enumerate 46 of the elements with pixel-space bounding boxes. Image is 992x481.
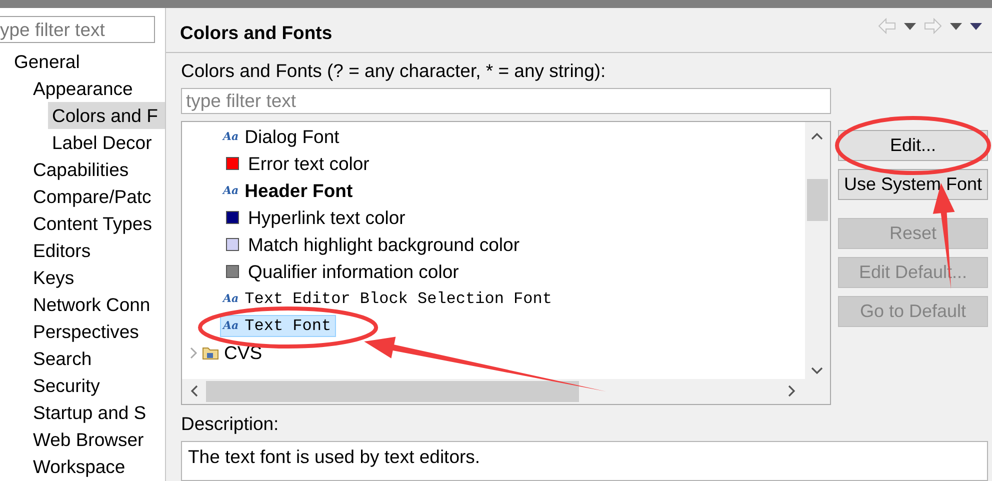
page-title: Colors and Fonts bbox=[180, 22, 334, 44]
tree-item[interactable]: Appearance bbox=[29, 75, 137, 102]
description-label: Description: bbox=[181, 413, 280, 435]
description-text: The text font is used by text editors. bbox=[181, 441, 988, 481]
list-item[interactable]: Aa Text Font bbox=[220, 314, 336, 336]
tree-item[interactable]: Security bbox=[29, 372, 104, 399]
list-item[interactable]: CVS bbox=[224, 342, 262, 364]
scroll-down-icon[interactable] bbox=[811, 367, 823, 375]
list-item[interactable]: Hyperlink text color bbox=[220, 204, 410, 230]
tree-item[interactable]: Capabilities bbox=[29, 156, 133, 183]
tree-item[interactable]: Colors and F bbox=[48, 102, 165, 129]
font-icon: Aa bbox=[223, 319, 239, 332]
font-icon: Aa bbox=[223, 184, 239, 197]
tree-item[interactable]: General bbox=[10, 48, 84, 75]
filter-field[interactable]: type filter text bbox=[181, 88, 831, 114]
list-item[interactable]: Qualifier information color bbox=[220, 258, 464, 284]
tree-item[interactable]: Content Types bbox=[29, 210, 156, 237]
scroll-up-icon[interactable] bbox=[811, 132, 823, 140]
filter-label: Colors and Fonts (? = any character, * = any string): bbox=[181, 60, 607, 82]
list-item[interactable]: Aa Text Editor Block Selection Font bbox=[220, 288, 557, 310]
list-item[interactable]: Match highlight background color bbox=[220, 232, 524, 258]
tree-item[interactable]: Label Decor bbox=[48, 129, 156, 156]
action-button[interactable]: Use System Font bbox=[838, 169, 988, 200]
font-icon: Aa bbox=[223, 292, 239, 305]
action-button[interactable]: Edit... bbox=[838, 130, 988, 161]
folder-icon bbox=[202, 344, 220, 360]
list-item[interactable]: Error text color bbox=[220, 150, 374, 176]
list-item[interactable]: Aa Dialog Font bbox=[220, 124, 344, 150]
horizontal-scrollbar[interactable] bbox=[182, 379, 830, 404]
scroll-thumb[interactable] bbox=[807, 179, 828, 221]
list-item[interactable]: Aa Header Font bbox=[220, 178, 358, 204]
vertical-scrollbar[interactable] bbox=[805, 122, 830, 379]
tree-item[interactable]: Workspace bbox=[29, 453, 130, 480]
filter-field[interactable]: ype filter text bbox=[0, 16, 155, 43]
tree-item[interactable]: Search bbox=[29, 345, 96, 372]
tree-item[interactable]: Editors bbox=[29, 237, 95, 264]
scroll-thumb[interactable] bbox=[206, 381, 579, 402]
tree-item[interactable]: Compare/Patc bbox=[29, 183, 156, 210]
tree-item[interactable]: Startup and S bbox=[29, 399, 150, 426]
scroll-right-icon[interactable] bbox=[788, 385, 796, 397]
tree-item[interactable]: Web Browser bbox=[29, 426, 148, 453]
tree-item[interactable]: Perspectives bbox=[29, 318, 143, 345]
font-icon: Aa bbox=[223, 130, 239, 143]
tree-item[interactable]: Keys bbox=[29, 264, 78, 291]
scroll-left-icon[interactable] bbox=[190, 385, 198, 397]
tree-item[interactable]: Network Conn bbox=[29, 291, 154, 318]
